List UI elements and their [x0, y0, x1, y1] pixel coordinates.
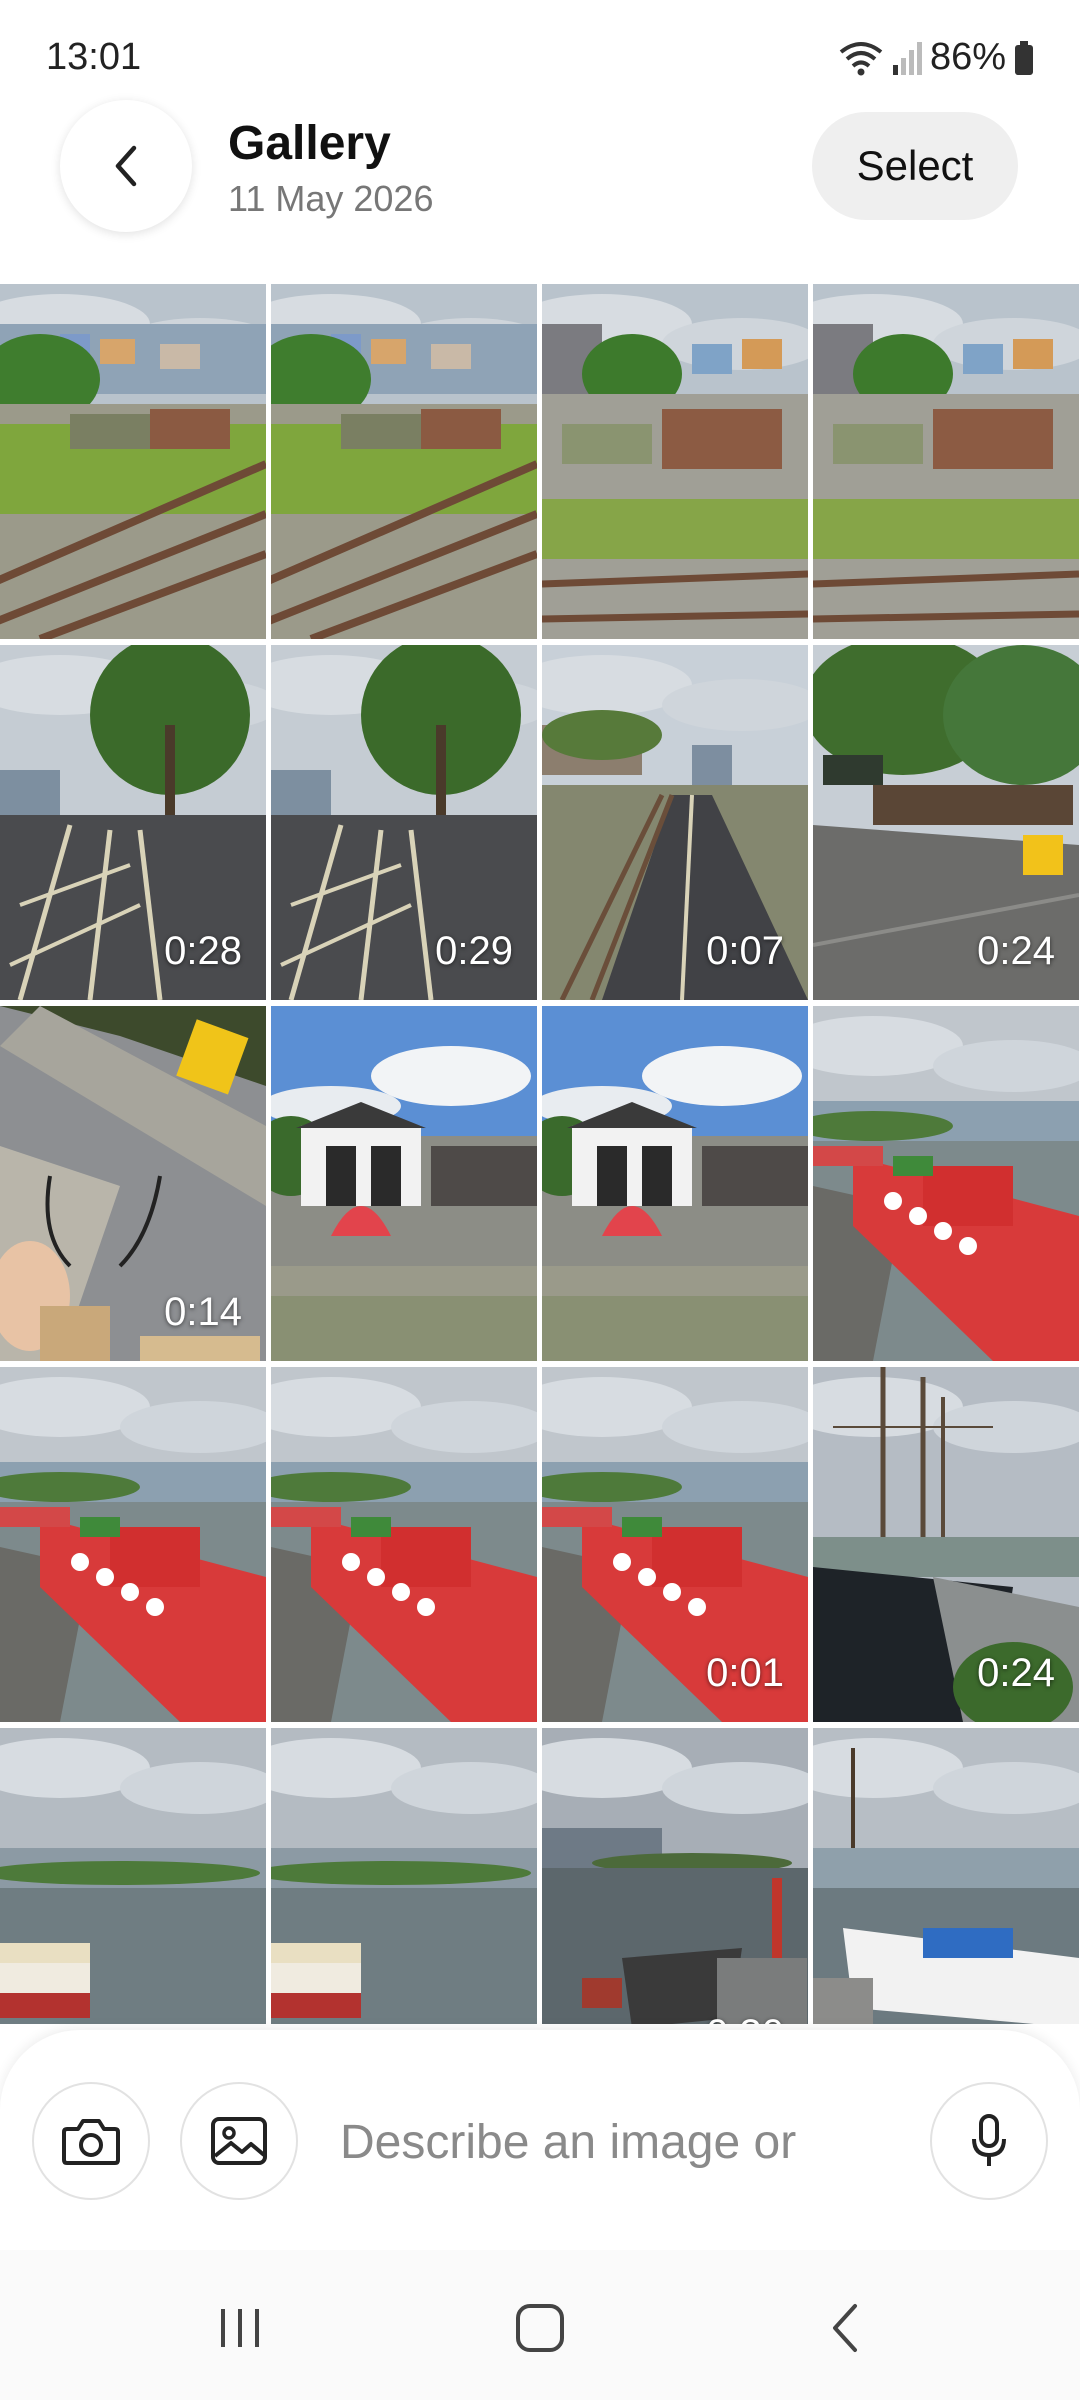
status-time: 13:01 [46, 36, 142, 78]
photo-thumbnail[interactable] [0, 1367, 266, 1722]
page-date: 11 May 2026 [228, 178, 434, 219]
thumbnail-image [271, 1367, 537, 1722]
prompt-input[interactable] [340, 2102, 900, 2182]
thumbnail-image [813, 1006, 1079, 1361]
recents-icon [221, 2309, 259, 2347]
video-thumbnail[interactable]: 0:07 [542, 645, 808, 1000]
photo-thumbnail[interactable] [271, 284, 537, 639]
video-thumbnail[interactable]: 0:01 [542, 1367, 808, 1722]
video-duration: 0:28 [164, 929, 242, 973]
thumbnail-image [542, 284, 808, 639]
system-nav-bar [0, 2250, 1080, 2400]
thumbnail-image [813, 1728, 1079, 2024]
battery-icon [1014, 40, 1034, 75]
photo-thumbnail[interactable] [271, 1367, 537, 1722]
video-thumbnail[interactable]: 0:14 [0, 1006, 266, 1361]
video-thumbnail[interactable]: 0:30 [542, 1728, 808, 2024]
photo-thumbnail[interactable] [813, 1006, 1079, 1361]
photo-thumbnail[interactable] [813, 1728, 1079, 2024]
page-title: Gallery [228, 117, 391, 170]
photo-thumbnail[interactable] [271, 1006, 537, 1361]
video-thumbnail[interactable]: 0:28 [0, 645, 266, 1000]
home-icon [516, 2304, 564, 2352]
thumbnail-image [542, 1728, 808, 2024]
video-duration: 0:24 [977, 1651, 1055, 1695]
thumbnail-image [813, 284, 1079, 639]
gallery-button[interactable] [180, 2082, 298, 2200]
microphone-button[interactable] [930, 2082, 1048, 2200]
image-icon [211, 2117, 267, 2165]
prompt-panel [0, 2030, 1080, 2250]
status-icons: 86% [838, 36, 1034, 79]
video-thumbnail[interactable]: 0:24 [813, 1367, 1079, 1722]
thumbnail-image [0, 1367, 266, 1722]
photo-thumbnail[interactable] [0, 284, 266, 639]
thumbnail-image [271, 1006, 537, 1361]
camera-icon [62, 2119, 120, 2165]
recents-button[interactable] [190, 2288, 290, 2368]
back-button[interactable] [60, 100, 192, 232]
video-duration: 0:30 [706, 2012, 784, 2024]
back-icon [833, 2304, 857, 2352]
system-back-button[interactable] [795, 2288, 895, 2368]
video-duration: 0:01 [706, 1651, 784, 1695]
header: Gallery 11 May 2026 Select [0, 100, 1080, 270]
photo-thumbnail[interactable] [542, 284, 808, 639]
video-duration: 0:07 [706, 929, 784, 973]
signal-icon [892, 41, 922, 75]
thumbnail-image [0, 284, 266, 639]
video-duration: 0:29 [435, 929, 513, 973]
thumbnail-image [271, 284, 537, 639]
select-button[interactable]: Select [812, 112, 1018, 220]
video-duration: 0:24 [977, 929, 1055, 973]
video-thumbnail[interactable]: 0:29 [271, 645, 537, 1000]
photo-thumbnail[interactable] [813, 284, 1079, 639]
microphone-icon [972, 2114, 1006, 2166]
thumbnail-image [271, 1728, 537, 2024]
video-duration: 0:14 [164, 1290, 242, 1334]
photo-grid: 0:28 0:29 0:07 0:24 0:14 0:01 0:24 0:30 [0, 284, 1080, 2024]
photo-thumbnail[interactable] [271, 1728, 537, 2024]
wifi-icon [838, 40, 884, 76]
chevron-left-icon [115, 145, 137, 187]
status-bar: 13:01 86% [0, 0, 1080, 110]
photo-thumbnail[interactable] [0, 1728, 266, 2024]
battery-percent: 86% [929, 36, 1006, 78]
home-button[interactable] [490, 2288, 590, 2368]
photo-thumbnail[interactable] [542, 1006, 808, 1361]
video-thumbnail[interactable]: 0:24 [813, 645, 1079, 1000]
thumbnail-image [542, 1006, 808, 1361]
camera-button[interactable] [32, 2082, 150, 2200]
thumbnail-image [0, 1728, 266, 2024]
